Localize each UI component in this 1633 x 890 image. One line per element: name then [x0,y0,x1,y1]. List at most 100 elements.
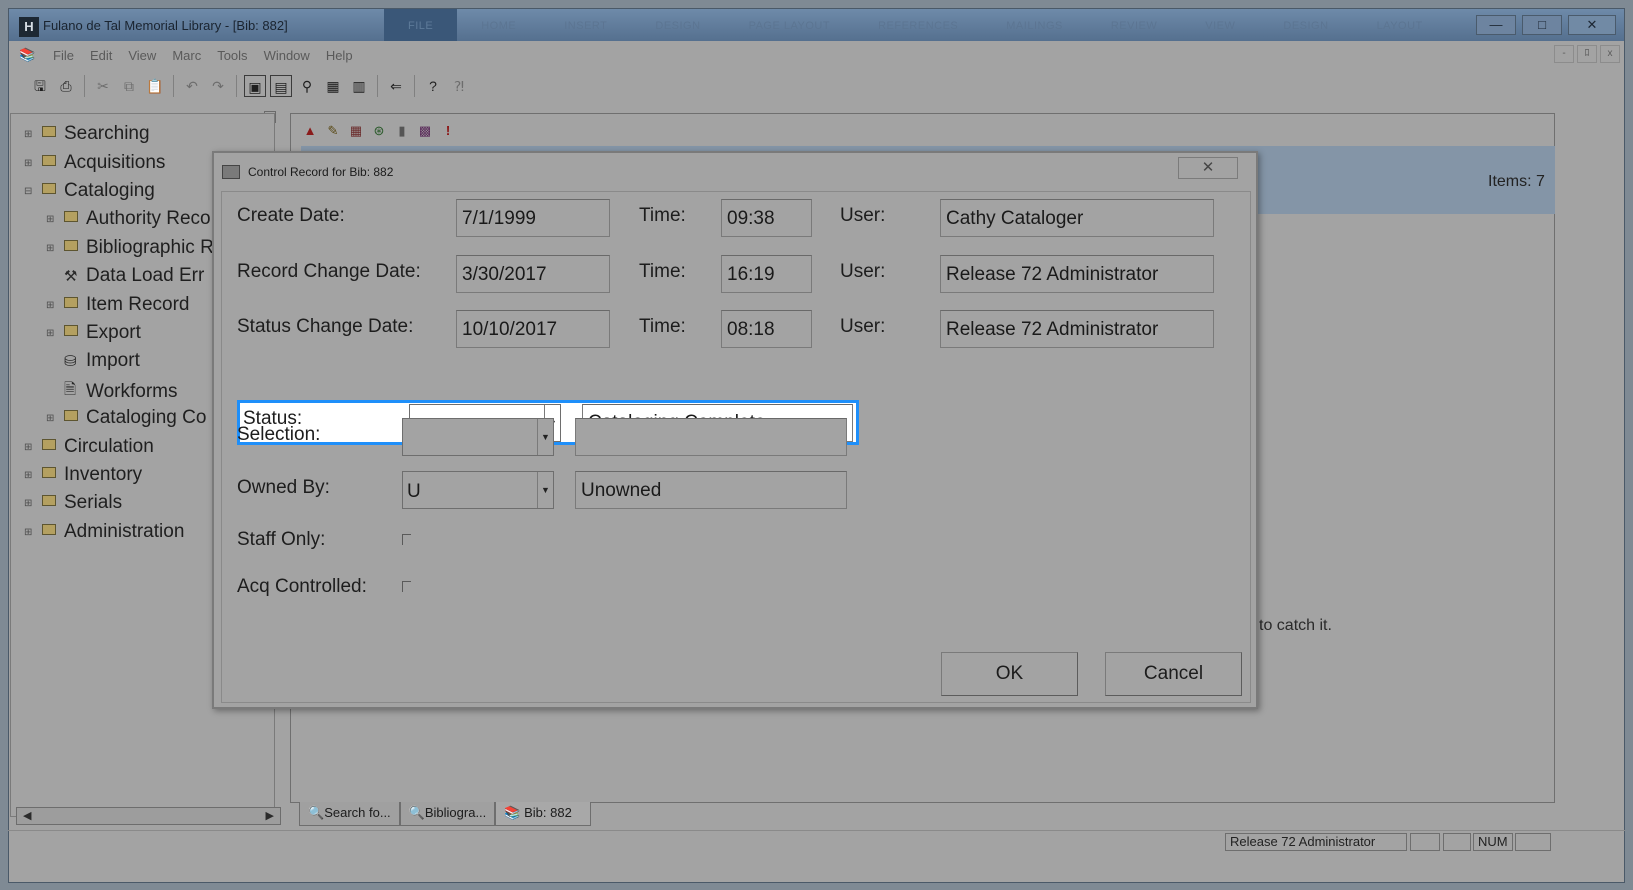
link-icon[interactable]: ⊛ [369,121,389,141]
status-change-time-field[interactable]: 08:18 [721,310,812,348]
tree-item-item-record[interactable]: ⊞ Item Record [46,294,189,316]
ribbon-tab-layout[interactable]: LAYOUT [1353,9,1447,41]
ribbon-tab-file[interactable]: FILE [384,9,458,41]
staff-only-checkbox[interactable] [402,534,411,545]
owned-by-code-select[interactable]: U ▼ [402,471,554,509]
calculator-icon[interactable]: ▦ [322,75,344,97]
tab-bib-882[interactable]: 📚 Bib: 882 [495,802,591,826]
mdi-minimize-button[interactable]: - [1554,45,1574,63]
record-change-date-field[interactable]: 3/30/2017 [456,255,610,293]
save-icon[interactable]: 🖫 [29,75,51,97]
ribbon-tab-view[interactable]: VIEW [1181,9,1259,41]
context-help-icon[interactable]: ⁈ [448,75,470,97]
expand-icon[interactable]: ⊞ [24,527,36,538]
print-icon[interactable]: ⎙ [55,75,77,97]
ribbon-tab-design[interactable]: DESIGN [631,9,724,41]
tree-item-searching[interactable]: ⊞ Searching [24,123,150,145]
copy-icon[interactable]: ⧉ [118,75,140,97]
scroll-left-icon[interactable]: ◀ [23,809,31,822]
folder-icon [64,324,78,336]
tree-item-serials[interactable]: ⊞ Serials [24,492,122,514]
ribbon-tab-design-2[interactable]: DESIGN [1259,9,1352,41]
ribbon-tab-page-layout[interactable]: PAGE LAYOUT [725,9,855,41]
tree-item-inventory[interactable]: ⊞ Inventory [24,464,142,486]
tree-item-cataloging[interactable]: ⊟ Cataloging [24,180,155,202]
expand-icon[interactable]: ⊞ [24,442,36,453]
expand-icon[interactable]: ⊞ [46,214,58,225]
tree-item-administration[interactable]: ⊞ Administration [24,521,184,543]
tree-item-acquisitions[interactable]: ⊞ Acquisitions [24,152,165,174]
menu-view[interactable]: View [120,48,164,63]
exit-icon[interactable]: ⇐ [385,75,407,97]
tree-item-export[interactable]: ⊞ Export [46,322,141,344]
tree-item-cataloging-control[interactable]: ⊞ Cataloging Co [46,407,206,429]
ribbon-tab-home[interactable]: HOME [457,9,540,41]
form-icon[interactable]: ▥ [348,75,370,97]
undo-icon[interactable]: ↶ [181,75,203,97]
create-user-field[interactable]: Cathy Cataloger [940,199,1214,237]
alert-icon[interactable]: ! [438,121,458,141]
menu-help[interactable]: Help [318,48,361,63]
paste-icon[interactable]: 📋 [144,75,166,97]
bookmark-icon[interactable]: ▮ [392,121,412,141]
warning-icon[interactable]: ▲ [300,121,320,141]
menu-file[interactable]: File [45,48,82,63]
mdi-close-button[interactable]: x [1600,45,1620,63]
tree-item-import[interactable]: ⛁ Import [64,350,140,372]
ribbon-tab-insert[interactable]: INSERT [540,9,631,41]
tree-item-authority-records[interactable]: ⊞ Authority Reco [46,208,211,230]
record-change-user-field[interactable]: Release 72 Administrator [940,255,1214,293]
expand-icon[interactable]: ⊞ [46,300,58,311]
cancel-button[interactable]: Cancel [1105,652,1242,696]
tab-bibliographic[interactable]: 🔍Bibliogra... [399,802,496,826]
expand-icon[interactable]: ⊞ [24,158,36,169]
close-window-button[interactable]: ✕ [1568,15,1616,35]
status-change-user-field[interactable]: Release 72 Administrator [940,310,1214,348]
tree-item-data-load-errors[interactable]: ⚒ Data Load Err [64,265,204,287]
tab-search[interactable]: 🔍Search fo... [299,802,400,826]
status-view-icon[interactable]: ▤ [270,75,292,97]
expand-icon[interactable]: ⊞ [46,243,58,254]
selection-code-select[interactable]: ▼ [402,418,554,456]
owned-by-description-field[interactable]: Unowned [575,471,847,509]
ribbon-tab-review[interactable]: REVIEW [1087,9,1181,41]
tree-item-workforms[interactable]: 🗎 Workforms [64,379,177,404]
minimize-button[interactable]: — [1476,15,1516,35]
redo-icon[interactable]: ↷ [207,75,229,97]
books-icon[interactable]: ▩ [415,121,435,141]
tree-view-icon[interactable]: ▣ [244,75,266,97]
scroll-right-icon[interactable]: ▶ [266,809,274,822]
find-icon[interactable]: ⚲ [296,75,318,97]
expand-icon[interactable]: ⊞ [24,498,36,509]
create-time-field[interactable]: 09:38 [721,199,812,237]
ok-button[interactable]: OK [941,652,1078,696]
ribbon-tab-mailings[interactable]: MAILINGS [982,9,1087,41]
cut-icon[interactable]: ✂ [92,75,114,97]
chevron-down-icon[interactable]: ▼ [537,472,553,508]
expand-icon[interactable]: ⊞ [46,413,58,424]
status-change-date-field[interactable]: 10/10/2017 [456,310,610,348]
tree-horizontal-scrollbar[interactable]: ◀ ▶ [16,807,281,825]
mdi-restore-button[interactable]: ﾛ [1577,45,1597,63]
collapse-icon[interactable]: ⊟ [24,186,36,197]
expand-icon[interactable]: ⊞ [24,470,36,481]
menu-marc[interactable]: Marc [164,48,209,63]
help-icon[interactable]: ? [422,75,444,97]
expand-icon[interactable]: ⊞ [46,328,58,339]
menu-edit[interactable]: Edit [82,48,120,63]
dialog-close-button[interactable]: ✕ [1178,157,1238,179]
record-change-time-field[interactable]: 16:19 [721,255,812,293]
tree-item-circulation[interactable]: ⊞ Circulation [24,436,154,458]
create-date-field[interactable]: 7/1/1999 [456,199,610,237]
acq-controlled-checkbox[interactable] [402,581,411,592]
expand-icon[interactable]: ⊞ [24,129,36,140]
marc-icon[interactable]: ▦ [346,121,366,141]
validate-icon[interactable]: ✎ [323,121,343,141]
tree-item-bibliographic-records[interactable]: ⊞ Bibliographic R [46,237,214,259]
ribbon-tab-references[interactable]: REFERENCES [854,9,982,41]
menu-window[interactable]: Window [256,48,318,63]
menu-tools[interactable]: Tools [209,48,255,63]
maximize-button[interactable]: □ [1522,15,1562,35]
chevron-down-icon[interactable]: ▼ [537,419,553,455]
selection-description-field[interactable] [575,418,847,456]
